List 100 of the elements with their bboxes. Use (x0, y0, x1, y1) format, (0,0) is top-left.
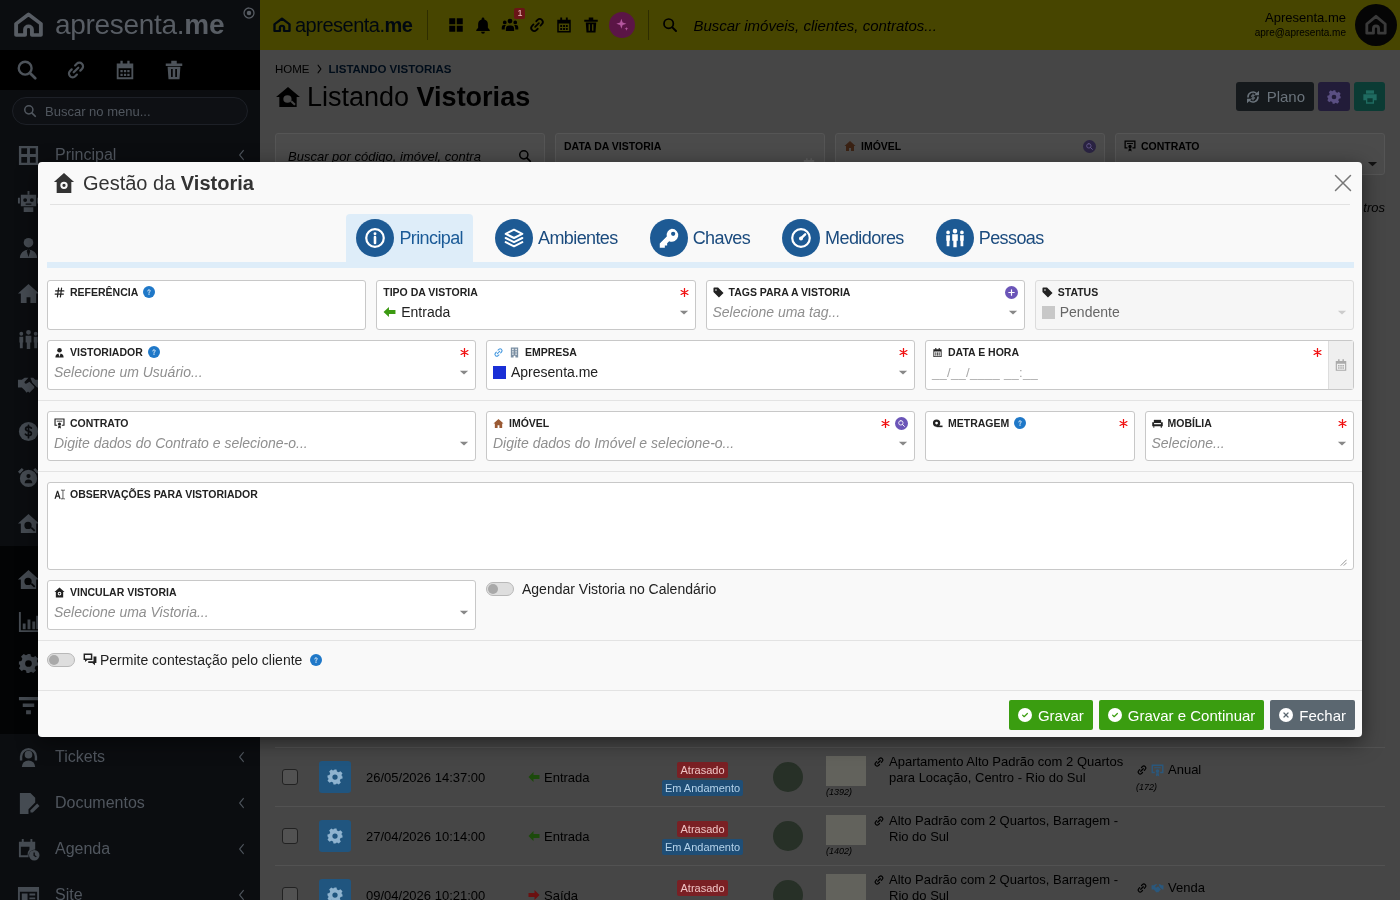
menu-search-field[interactable]: Buscar no menu... (12, 97, 248, 125)
print-button[interactable] (1354, 82, 1385, 111)
select-field[interactable]: IMÓVEL Digite dados do Imóvel e selecione-o... (486, 411, 915, 461)
link-icon[interactable] (65, 59, 87, 81)
tab[interactable]: Chaves (639, 214, 761, 262)
status-badge: Em Andamento (661, 839, 744, 855)
user-email: apre@apresenta.me (1254, 26, 1346, 40)
calendar-icon (932, 346, 943, 358)
calendar-icon (1334, 358, 1348, 372)
tab[interactable]: Medidores (772, 214, 914, 262)
chevron-right-icon (315, 64, 323, 74)
caret-down-icon (459, 368, 469, 376)
bell-icon[interactable] (474, 16, 493, 34)
gear-icon[interactable] (17, 651, 40, 675)
row-checkbox[interactable] (282, 828, 298, 844)
caret-down-icon (898, 439, 908, 447)
house-search-icon[interactable] (17, 567, 40, 591)
select-field[interactable]: VISTORIADOR Selecione um Usuário... (47, 340, 476, 390)
row-checkbox[interactable] (282, 887, 298, 900)
date-field[interactable]: DATA E HORA __/__/____ __:__ (925, 340, 1354, 390)
avatar-logo-icon[interactable] (1355, 4, 1397, 46)
coin-icon[interactable] (17, 419, 40, 443)
person-tie-icon[interactable] (17, 235, 40, 259)
close-button[interactable]: Fechar (1270, 700, 1355, 730)
tab[interactable]: Pessoas (925, 214, 1054, 262)
house-search-icon[interactable] (17, 511, 40, 535)
field-label: STATUS (1057, 286, 1099, 298)
house-icon (54, 586, 65, 598)
text-field[interactable]: METRAGEM (925, 411, 1135, 461)
property-code: (1402) (826, 845, 853, 857)
toggle-switch[interactable] (486, 582, 514, 596)
select-field[interactable]: EMPRESA Apresenta.me (486, 340, 915, 390)
chart-icon[interactable] (17, 609, 40, 633)
search-icon[interactable] (895, 416, 908, 430)
menu-item[interactable]: Documentos (0, 780, 260, 826)
sparkles-icon[interactable] (609, 12, 636, 38)
trash-icon[interactable] (582, 16, 601, 34)
link-icon[interactable] (528, 16, 547, 34)
people-icon[interactable] (17, 327, 40, 351)
select-field[interactable]: MOBÍLIA Selecione... (1144, 411, 1354, 461)
key-icon (649, 219, 688, 257)
tab[interactable]: Ambientes (485, 214, 628, 262)
close-icon[interactable] (1334, 174, 1352, 192)
link-icon (873, 874, 885, 886)
settings-button[interactable] (319, 820, 351, 852)
breadcrumb-link[interactable]: LISTANDO VISTORIAS (328, 63, 452, 75)
house-icon[interactable] (17, 281, 40, 305)
grid-icon[interactable] (447, 16, 466, 34)
robot-icon[interactable] (17, 189, 40, 213)
save-button[interactable]: Gravar (1008, 700, 1093, 730)
alarm-clock-icon[interactable] (17, 465, 40, 489)
select-field[interactable]: TIPO DA VISTORIA Entrada (376, 280, 696, 330)
select-field[interactable]: VINCULAR VISTORIA Selecione uma Vistoria... (47, 580, 476, 630)
menu-item[interactable]: Tickets (0, 734, 260, 780)
breadcrumb-link[interactable]: HOME (275, 63, 310, 75)
row-checkbox[interactable] (282, 769, 298, 785)
property-link[interactable]: Alto Padrão com 2 Quartos, Barragem - Rio do Sul (889, 813, 1135, 845)
link-icon (873, 756, 885, 768)
caret-down-icon (1337, 439, 1347, 447)
search-icon[interactable] (16, 59, 38, 81)
handshake-icon (1151, 881, 1164, 895)
arrow-left-icon (383, 306, 397, 318)
property-link[interactable]: Alto Padrão com 2 Quartos, Barragem - Rio do Sul (889, 872, 1135, 900)
toggle-switch[interactable] (47, 653, 75, 667)
property-link[interactable]: Apartamento Alto Padrão com 2 Quartos para Locação, Centro - Rio do Sul (889, 754, 1135, 786)
settings-button[interactable] (319, 761, 351, 793)
tab[interactable]: Principal (346, 214, 473, 262)
menu-item[interactable]: Agenda (0, 826, 260, 872)
plan-button[interactable]: Plano (1235, 82, 1314, 111)
field-label: TAGS PARA A VISTORIA (728, 286, 851, 298)
filter-link[interactable]: tros (1363, 200, 1385, 216)
logo-icon (272, 16, 292, 34)
global-search-field[interactable]: Buscar imóveis, clientes, contratos... (662, 16, 1255, 34)
building-icon (509, 346, 520, 358)
add-icon[interactable] (1004, 285, 1018, 299)
trash-icon[interactable] (163, 59, 185, 81)
field-label: VINCULAR VISTORIA (70, 586, 177, 598)
text-cursor-icon (54, 488, 65, 500)
calendar-icon[interactable] (114, 59, 136, 81)
settings-button[interactable] (1318, 82, 1350, 111)
save-and-continue-button[interactable]: Gravar e Continuar (1098, 700, 1265, 730)
select-field[interactable]: CONTRATO Digite dados do Contrato e selecione-o... (47, 411, 476, 461)
text-field[interactable]: REFERÊNCIA (47, 280, 367, 330)
inspection-type: Entrada (544, 769, 590, 785)
textarea-field[interactable]: OBSERVAÇÕES PARA VISTORIADOR (47, 482, 1354, 570)
select-field[interactable]: TAGS PARA A VISTORIA Selecione uma tag... (705, 280, 1025, 330)
calendar-icon[interactable] (555, 16, 574, 34)
users-icon[interactable] (501, 16, 520, 34)
tape-measure-icon (932, 417, 943, 429)
caret-down-icon (898, 368, 908, 376)
caret-down-icon (1007, 308, 1018, 316)
tag-icon (1041, 286, 1053, 298)
comments-icon (83, 653, 97, 667)
search-icon (23, 104, 37, 118)
caret-down-icon (1337, 308, 1347, 316)
contract-code: (172) (1136, 782, 1157, 792)
calendar-button[interactable] (1328, 341, 1353, 389)
menu-item[interactable]: Site (0, 872, 260, 900)
calendar-clock-icon (17, 837, 40, 861)
field-label: CONTRATO (1141, 140, 1200, 152)
